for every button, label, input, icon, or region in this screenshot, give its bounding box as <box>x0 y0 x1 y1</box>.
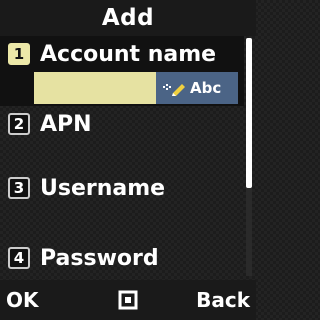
field-number-badge: 4 <box>8 247 30 269</box>
field-label: APN <box>40 112 92 137</box>
field-number-badge: 1 <box>8 43 30 65</box>
softkey-bar: OK Back <box>0 280 256 320</box>
back-softkey[interactable]: Back <box>196 280 250 320</box>
field-label: Username <box>40 176 166 201</box>
input-mode-label: Abc <box>190 79 222 97</box>
field-apn[interactable]: 2 APN <box>0 108 244 141</box>
field-username[interactable]: 3 Username <box>0 172 244 205</box>
field-header: 4 Password <box>0 242 244 275</box>
field-label: Account name <box>40 42 217 67</box>
ok-softkey[interactable]: OK <box>6 280 39 320</box>
field-header: 3 Username <box>0 172 244 205</box>
account-name-input[interactable]: Abc <box>34 72 238 104</box>
field-password[interactable]: 4 Password <box>0 242 244 275</box>
field-header: 1 Account name <box>0 38 244 71</box>
field-number-badge: 3 <box>8 177 30 199</box>
field-header: 2 APN <box>0 108 244 141</box>
scrollbar[interactable] <box>246 38 252 276</box>
t9-pen-icon <box>163 84 185 96</box>
field-label: Password <box>40 246 159 271</box>
field-number-badge: 2 <box>8 113 30 135</box>
scrollbar-thumb[interactable] <box>246 38 252 188</box>
field-account-name[interactable]: 1 Account name <box>0 38 244 71</box>
menu-square-icon[interactable] <box>118 290 138 310</box>
screen-title: Add <box>0 0 256 36</box>
input-mode-indicator: Abc <box>156 72 238 104</box>
